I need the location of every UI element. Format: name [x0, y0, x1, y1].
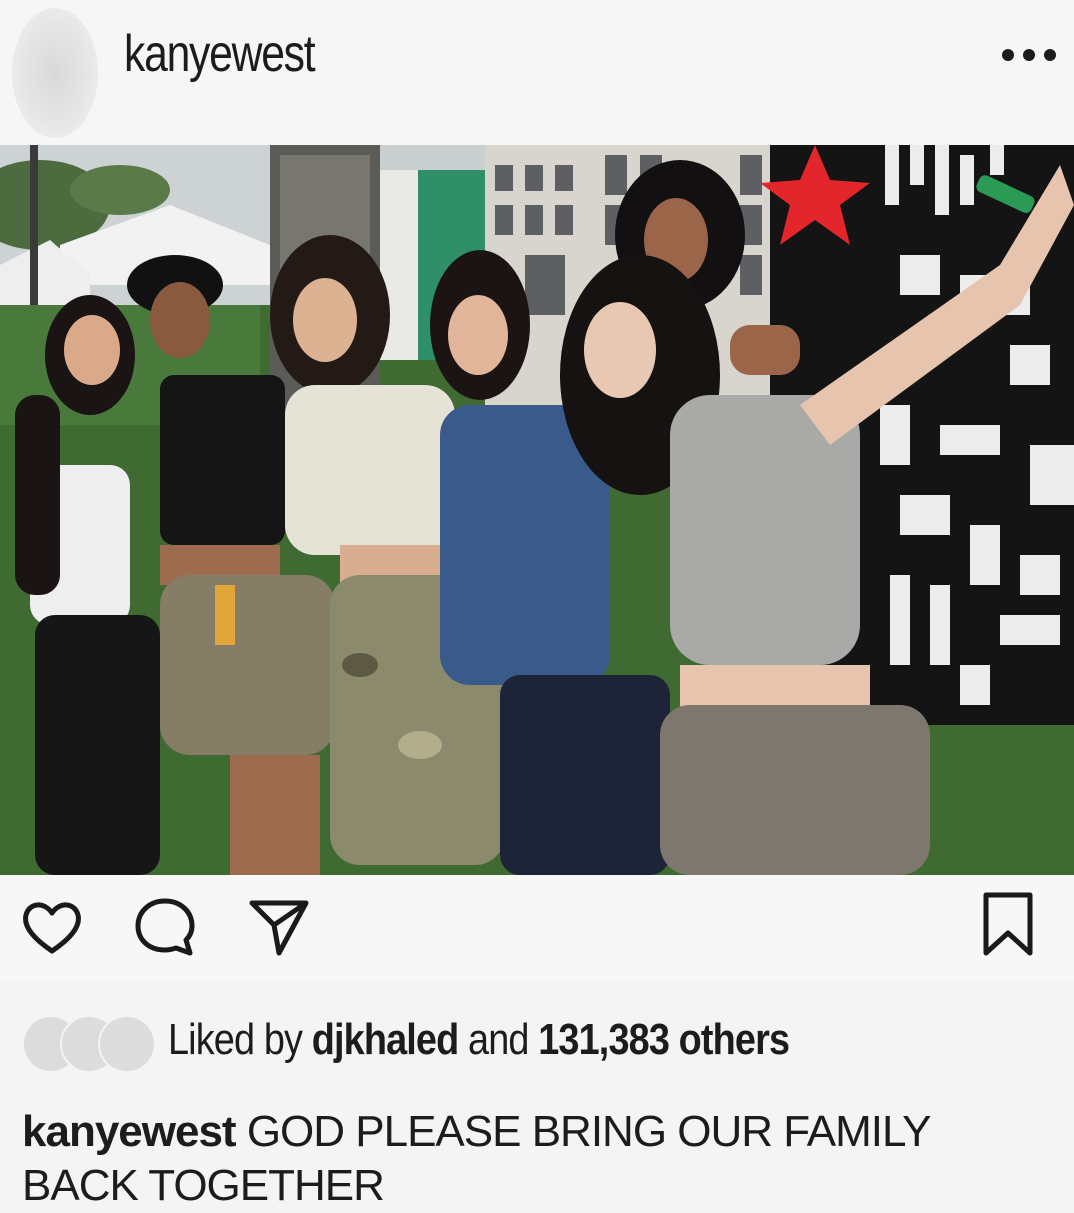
- likes-prefix: Liked by: [168, 1015, 303, 1064]
- photo-illustration: [0, 145, 1074, 875]
- avatar[interactable]: [12, 8, 98, 138]
- bookmark-icon[interactable]: [980, 889, 1036, 961]
- post-header: kanyewest: [0, 0, 1074, 145]
- post-caption: kanyewest GOD PLEASE BRING OUR FAMILY BA…: [22, 1105, 1052, 1213]
- likes-summary[interactable]: Liked by djkhaled and 131,383 others: [168, 1015, 790, 1065]
- liker-avatars[interactable]: [22, 1015, 162, 1073]
- share-icon[interactable]: [246, 895, 312, 959]
- post-username[interactable]: kanyewest: [124, 24, 316, 84]
- likes-row: Liked by djkhaled and 131,383 others: [0, 995, 1074, 1085]
- comment-icon[interactable]: [132, 895, 198, 959]
- post-photo[interactable]: [0, 145, 1074, 875]
- likes-first-user[interactable]: djkhaled: [312, 1015, 459, 1064]
- more-icon[interactable]: [1002, 40, 1056, 70]
- caption-username[interactable]: kanyewest: [22, 1107, 237, 1156]
- action-bar: [0, 875, 1074, 980]
- heart-icon[interactable]: [20, 897, 84, 957]
- likes-joiner: and: [468, 1015, 529, 1064]
- likes-count[interactable]: 131,383 others: [538, 1015, 790, 1064]
